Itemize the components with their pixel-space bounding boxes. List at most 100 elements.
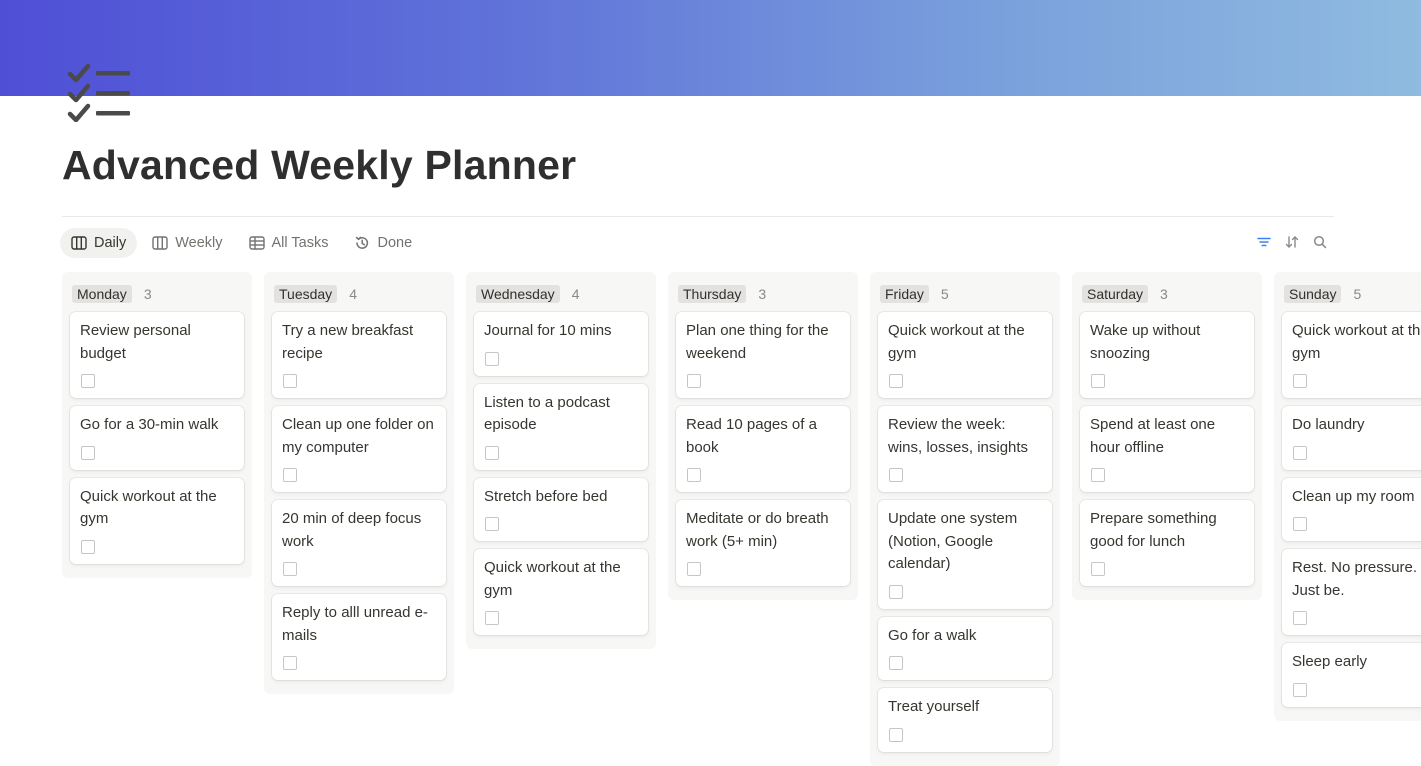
- task-card[interactable]: Stretch before bed: [474, 477, 648, 541]
- task-card[interactable]: Do laundry: [1282, 406, 1421, 470]
- checklist-icon[interactable]: [66, 62, 132, 123]
- task-checkbox[interactable]: [889, 727, 903, 742]
- task-card[interactable]: Go for a 30-min walk: [70, 406, 244, 470]
- page-title: Advanced Weekly Planner: [62, 142, 577, 188]
- column-header[interactable]: Monday 3: [72, 282, 244, 306]
- task-card[interactable]: Sleep early: [1282, 643, 1421, 707]
- task-title: Reply to alll unread e-mails: [282, 604, 428, 644]
- task-checkbox[interactable]: [1091, 468, 1105, 482]
- tab-weekly[interactable]: Weekly: [141, 228, 233, 258]
- task-card[interactable]: Treat yourself: [878, 688, 1052, 752]
- task-card[interactable]: Reply to alll unread e-mails: [272, 594, 446, 680]
- task-card[interactable]: Prepare something good for lunch: [1080, 500, 1254, 586]
- board-column-monday: Monday 3 Review personal budget Go for a 30…: [62, 272, 252, 578]
- task-checkbox[interactable]: [283, 374, 297, 388]
- task-card[interactable]: Quick workout at the gym: [878, 312, 1052, 398]
- task-checkbox[interactable]: [1293, 517, 1307, 531]
- task-checkbox[interactable]: [81, 539, 95, 554]
- task-card[interactable]: Plan one thing for the weekend: [676, 312, 850, 398]
- tab-all-tasks[interactable]: All Tasks: [238, 228, 340, 258]
- column-label: Wednesday: [476, 285, 560, 303]
- task-checkbox[interactable]: [1091, 374, 1105, 388]
- tab-daily[interactable]: Daily: [60, 228, 138, 258]
- task-card[interactable]: Review personal budget: [70, 312, 244, 398]
- title-divider: [62, 216, 1334, 217]
- column-header[interactable]: Wednesday 4: [476, 282, 648, 306]
- board-icon: [71, 236, 87, 250]
- task-card[interactable]: Meditate or do breath work (5+ min): [676, 500, 850, 586]
- task-title: Sleep early: [1292, 653, 1368, 670]
- task-card[interactable]: Quick workout at the gym: [474, 549, 648, 635]
- task-checkbox[interactable]: [283, 562, 297, 576]
- task-title: Spend at least one hour offline: [1090, 416, 1216, 456]
- task-checkbox[interactable]: [283, 468, 297, 482]
- column-header[interactable]: Tuesday 4: [274, 282, 446, 306]
- task-title: Listen to a podcast episode: [484, 393, 610, 434]
- task-checkbox[interactable]: [81, 445, 95, 460]
- task-card[interactable]: Go for a walk: [878, 616, 1052, 680]
- task-title: Prepare something good for lunch: [1090, 510, 1217, 550]
- task-checkbox[interactable]: [1293, 611, 1307, 625]
- tab-done[interactable]: Done: [343, 228, 423, 258]
- task-card[interactable]: Quick workout at the gym: [1282, 312, 1421, 398]
- task-title: Rest. No pressure. Just be.: [1292, 559, 1418, 599]
- task-card[interactable]: Review the week: wins, losses, insights: [878, 406, 1052, 492]
- board-column-wednesday: Wednesday 4 Journal for 10 mins Listen to a…: [466, 272, 656, 649]
- task-title: Do laundry: [1292, 416, 1365, 433]
- column-label: Thursday: [678, 285, 747, 303]
- task-card[interactable]: Read 10 pages of a book: [676, 406, 850, 492]
- task-checkbox[interactable]: [889, 374, 903, 388]
- task-checkbox[interactable]: [1293, 445, 1307, 460]
- tab-label: All Tasks: [271, 235, 329, 251]
- board-column-sunday: Sunday 5 Quick workout at the gym Do laundr…: [1274, 272, 1421, 721]
- task-checkbox[interactable]: [889, 584, 903, 599]
- task-card[interactable]: Clean up one folder on my computer: [272, 406, 446, 492]
- table-icon: [248, 236, 265, 250]
- task-card[interactable]: Listen to a podcast episode: [474, 383, 648, 470]
- column-count: 4: [349, 286, 357, 302]
- column-label: Saturday: [1082, 285, 1149, 303]
- column-count: 3: [758, 286, 767, 302]
- task-card[interactable]: Quick workout at the gym: [70, 477, 244, 564]
- view-tabs: Daily Weekly All Tasks Done: [60, 228, 423, 258]
- task-checkbox[interactable]: [485, 445, 499, 460]
- task-card[interactable]: 20 min of deep focus work: [272, 500, 446, 586]
- task-checkbox[interactable]: [485, 611, 499, 625]
- search-icon[interactable]: [1312, 234, 1328, 250]
- column-header[interactable]: Friday 5: [880, 282, 1052, 306]
- task-title: Meditate or do breath work (5+ min): [686, 510, 829, 550]
- column-header[interactable]: Saturday 3: [1082, 282, 1254, 306]
- task-card[interactable]: Update one system (Notion, Google calend…: [878, 500, 1052, 609]
- task-checkbox[interactable]: [1293, 682, 1307, 697]
- task-checkbox[interactable]: [81, 374, 95, 388]
- task-checkbox[interactable]: [1293, 374, 1307, 388]
- task-card[interactable]: Try a new breakfast recipe: [272, 312, 446, 398]
- task-title: Quick workout at the gym: [888, 322, 1025, 362]
- task-checkbox[interactable]: [687, 562, 701, 576]
- column-header[interactable]: Thursday 3: [678, 282, 850, 306]
- task-checkbox[interactable]: [687, 374, 701, 388]
- task-card[interactable]: Journal for 10 mins: [474, 312, 648, 376]
- board-icon: [152, 236, 168, 250]
- filter-icon[interactable]: [1256, 234, 1272, 250]
- task-card[interactable]: Rest. No pressure. Just be.: [1282, 549, 1421, 635]
- task-checkbox[interactable]: [889, 656, 903, 670]
- column-header[interactable]: Sunday 5: [1284, 282, 1421, 306]
- task-card[interactable]: Wake up without snoozing: [1080, 312, 1254, 398]
- task-title: Treat yourself: [888, 698, 980, 715]
- task-checkbox[interactable]: [485, 351, 499, 366]
- task-checkbox[interactable]: [687, 468, 701, 482]
- column-label: Friday: [880, 285, 929, 303]
- task-checkbox[interactable]: [889, 468, 903, 482]
- task-card[interactable]: Spend at least one hour offline: [1080, 406, 1254, 492]
- task-checkbox[interactable]: [1091, 562, 1105, 576]
- sort-icon[interactable]: [1284, 234, 1300, 250]
- task-card[interactable]: Clean up my room: [1282, 477, 1421, 541]
- task-checkbox[interactable]: [283, 656, 297, 670]
- task-title: Review personal budget: [80, 322, 191, 362]
- task-title: Go for a walk: [888, 626, 977, 644]
- board-column-tuesday: Tuesday 4 Try a new breakfast recipe Clean …: [264, 272, 454, 694]
- task-checkbox[interactable]: [485, 517, 499, 531]
- task-title: Update one system (Notion, Google calend…: [888, 510, 1018, 572]
- task-title: 20 min of deep focus work: [282, 510, 422, 550]
